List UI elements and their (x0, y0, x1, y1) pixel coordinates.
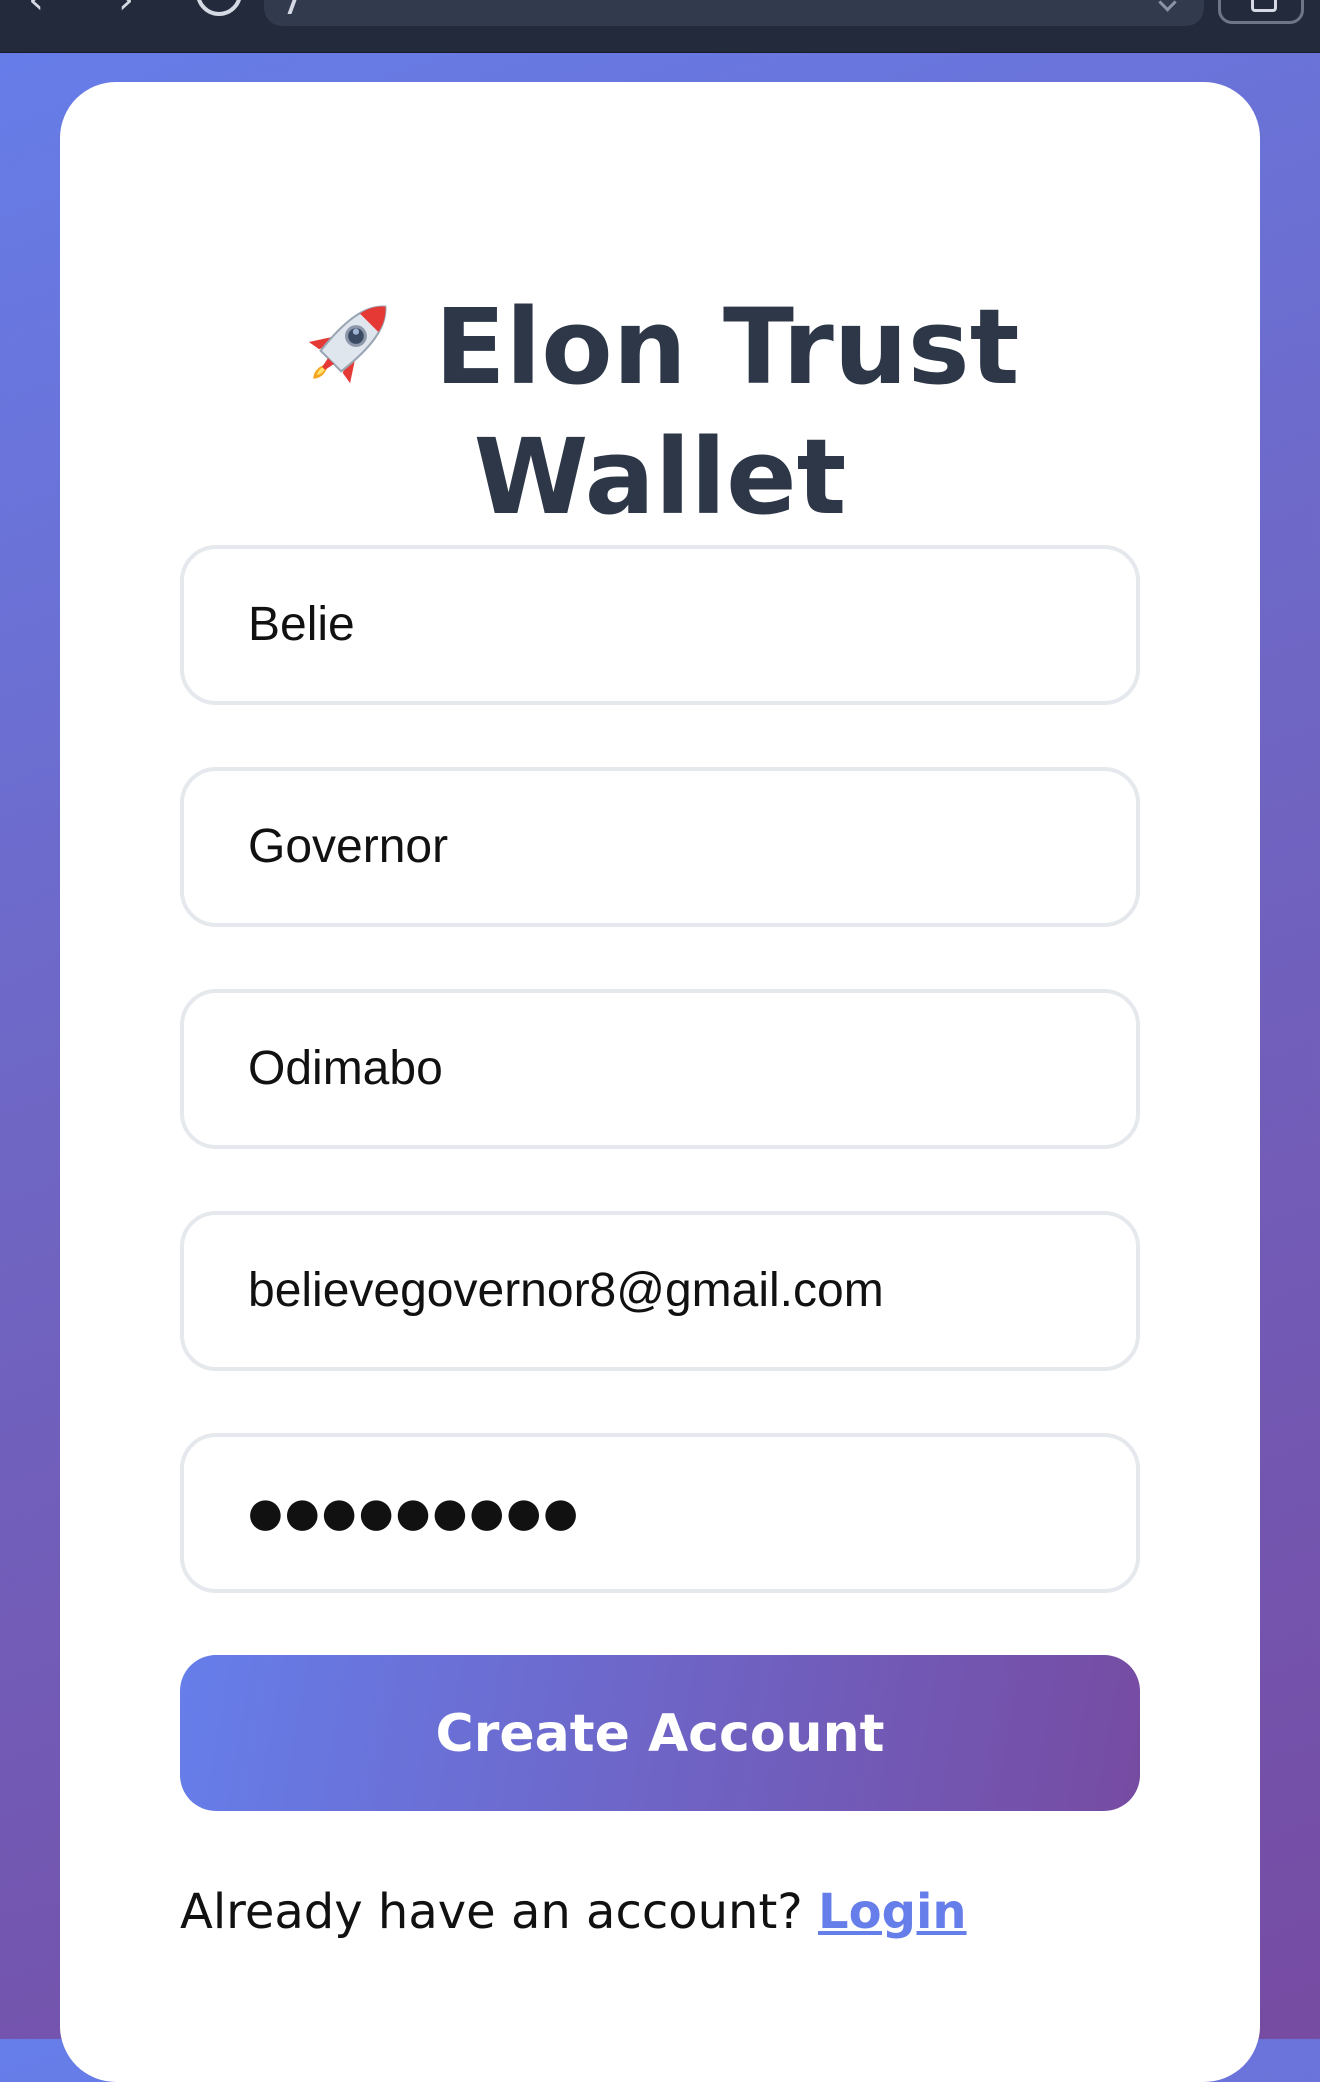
password-field[interactable]: ●●●●●●●●● (180, 1433, 1140, 1593)
title-line-1: Elon Trust (60, 282, 1260, 412)
address-bar[interactable] (264, 0, 1204, 26)
page-title: Elon Trust Wallet (60, 282, 1260, 542)
forward-arrow-icon[interactable]: › (118, 0, 134, 20)
chevron-down-icon[interactable] (1158, 0, 1177, 12)
login-prompt-text: Already have an account? (180, 1884, 803, 1940)
signup-card: Elon Trust Wallet Belie Governor Odimabo… (60, 82, 1260, 2082)
rocket-icon (301, 287, 405, 391)
login-link[interactable]: Login (818, 1884, 967, 1940)
back-arrow-icon[interactable]: ‹ (28, 0, 44, 20)
reload-icon[interactable] (196, 0, 242, 16)
login-prompt: Already have an account? Login (180, 1872, 967, 1952)
url-slash-icon (287, 0, 297, 14)
title-text-line-2: Wallet (473, 416, 847, 538)
last-name-field[interactable]: Governor (180, 767, 1140, 927)
create-account-button[interactable]: Create Account (180, 1655, 1140, 1811)
other-name-field[interactable]: Odimabo (180, 989, 1140, 1149)
browser-toolbar: ‹ › (0, 0, 1320, 53)
email-field[interactable]: believegovernor8@gmail.com (180, 1211, 1140, 1371)
title-text-line-1: Elon Trust (434, 286, 1020, 408)
tabs-button[interactable] (1218, 0, 1304, 24)
tabs-icon (1251, 0, 1277, 12)
first-name-field[interactable]: Belie (180, 545, 1140, 705)
